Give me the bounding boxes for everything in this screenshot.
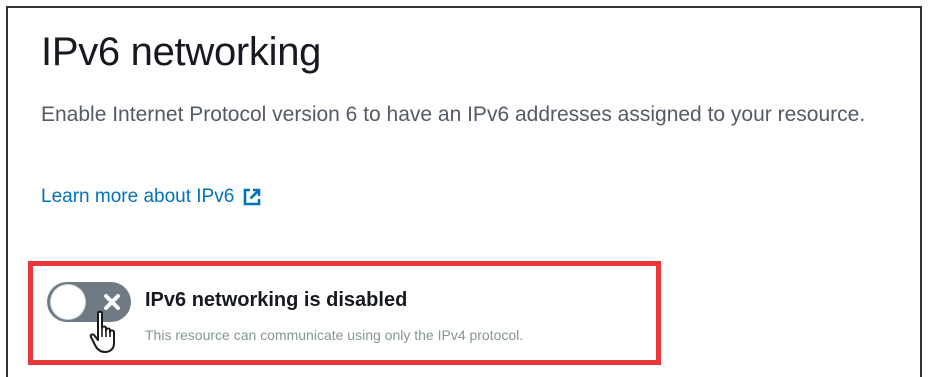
toggle-status-label: IPv6 networking is disabled: [145, 289, 408, 311]
toggle-knob: [51, 285, 85, 319]
highlight-box: IPv6 networking is disabled This resourc…: [28, 261, 661, 365]
external-link-icon: [243, 188, 261, 206]
hand-pointer-cursor-icon: [89, 310, 115, 353]
learn-more-label: Learn more about IPv6: [41, 186, 235, 207]
section-title: IPv6 networking: [41, 30, 322, 74]
ipv6-networking-panel: IPv6 networking Enable Internet Protocol…: [6, 6, 922, 377]
section-description: Enable Internet Protocol version 6 to ha…: [41, 103, 866, 126]
toggle-status-description: This resource can communicate using only…: [145, 327, 524, 343]
learn-more-link[interactable]: Learn more about IPv6: [41, 186, 262, 208]
